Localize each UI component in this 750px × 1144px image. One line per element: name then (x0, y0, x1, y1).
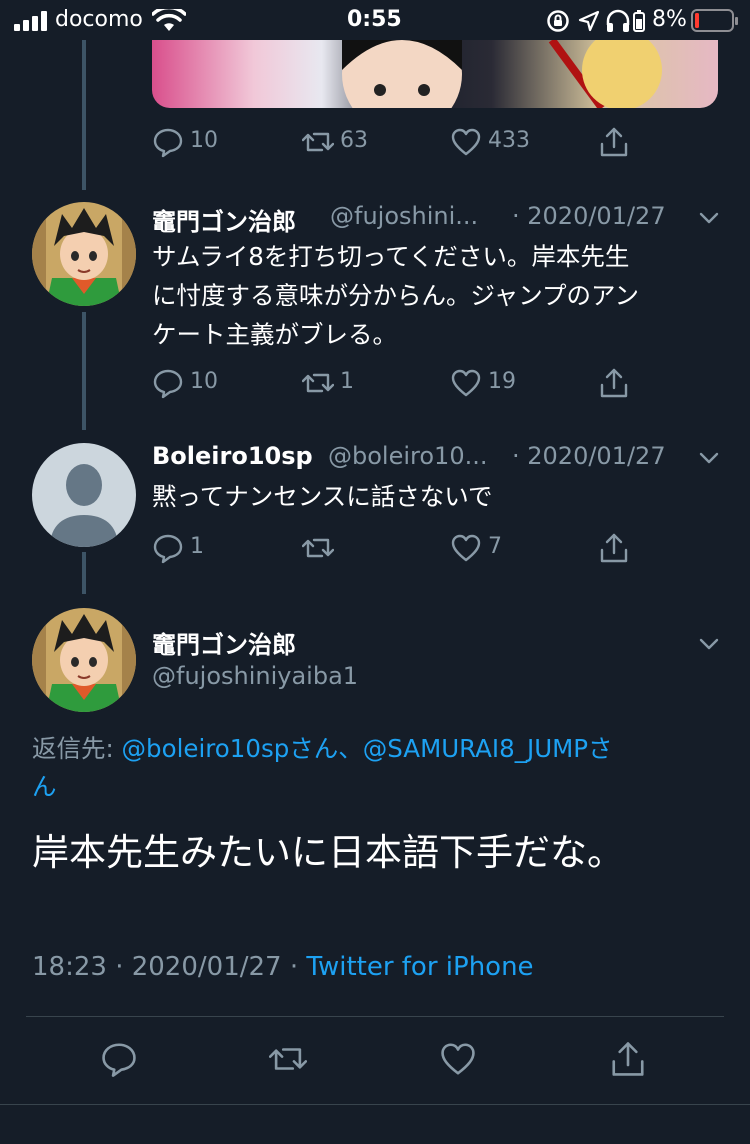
location-icon (578, 10, 600, 32)
tweet-date: · 2020/01/27 (512, 442, 666, 470)
reply-icon[interactable] (152, 367, 184, 399)
retweet-icon[interactable] (302, 367, 334, 399)
reply-icon[interactable] (152, 532, 184, 564)
retweet-count: 63 (340, 128, 368, 153)
like-count: 433 (488, 128, 530, 153)
tweet-text-line: ケート主義がブレる。 (152, 320, 397, 349)
retweet-count: 1 (340, 369, 354, 394)
reply-to: 返信先: @boleiro10spさん、@SAMURAI8_JUMPさん (32, 730, 722, 806)
tweet-header: 竈門ゴン治郎 @fujoshini... · 2020/01/27 (152, 200, 722, 236)
like-count: 7 (488, 534, 502, 559)
battery-icon (691, 9, 738, 32)
tweet-source-link[interactable]: Twitter for iPhone (306, 952, 533, 982)
tweet-text-line: に忖度する意味が分からん。ジャンプのアン (152, 281, 640, 310)
reply-count: 10 (190, 128, 218, 153)
signal-icon (14, 11, 47, 31)
chevron-down-icon[interactable] (696, 205, 722, 231)
tweet-text: 黙ってナンセンスに話さないで (152, 482, 493, 511)
share-icon[interactable] (598, 532, 630, 564)
tweet-actions: 10 63 433 (152, 125, 632, 161)
status-time: 0:55 (347, 7, 402, 32)
user-handle[interactable]: @fujoshini... (330, 202, 478, 230)
tweet-actions: 10 1 19 (152, 366, 632, 402)
battery-saver-icon (633, 10, 645, 32)
tweet-text: サムライ8を打ち切ってください。岸本先生 に忖度する意味が分からん。ジャンプのア… (152, 237, 722, 354)
avatar[interactable] (32, 608, 136, 712)
like-icon[interactable] (450, 367, 482, 399)
tweet-text-line: サムライ8を打ち切ってください。岸本先生 (152, 242, 630, 271)
thread-line (82, 552, 86, 594)
wifi-icon (152, 9, 186, 31)
tweet-header: Boleiro10sp @boleiro10... · 2020/01/27 (152, 440, 722, 476)
display-name[interactable]: 竈門ゴン治郎 (152, 202, 296, 237)
reply-to-user-link[interactable]: @SAMURAI8_JUMPさ (363, 734, 613, 763)
share-icon[interactable] (598, 126, 630, 158)
tweet-date: · 2020/01/27 (512, 202, 666, 230)
chevron-down-icon[interactable] (696, 631, 722, 657)
thread-line (82, 40, 86, 190)
share-icon[interactable] (609, 1040, 647, 1078)
display-name[interactable]: Boleiro10sp (152, 442, 313, 470)
like-icon[interactable] (450, 126, 482, 158)
carrier-label: docomo (55, 7, 143, 32)
divider (0, 1104, 750, 1105)
retweet-icon[interactable] (269, 1040, 307, 1078)
lock-rotation-icon (547, 10, 569, 32)
user-handle[interactable]: @boleiro10... (328, 442, 487, 470)
chevron-down-icon[interactable] (696, 445, 722, 471)
tweet-media-image[interactable] (152, 40, 718, 108)
reply-count: 10 (190, 369, 218, 394)
thread-line (82, 312, 86, 430)
main-tweet-actions (0, 1040, 750, 1084)
reply-icon[interactable] (152, 126, 184, 158)
battery-percentage: 8% (652, 7, 687, 32)
divider (26, 1016, 724, 1017)
reply-to-user-link-tail[interactable]: ん (32, 772, 57, 801)
reply-count: 1 (190, 534, 204, 559)
reply-to-user-link[interactable]: @boleiro10spさん (122, 734, 339, 763)
tweet-timestamp: 18:23 · 2020/01/27 · (32, 952, 307, 982)
like-icon[interactable] (439, 1040, 477, 1078)
reply-to-separator: 、 (338, 734, 363, 763)
status-bar: docomo 0:55 8% (0, 0, 750, 40)
avatar[interactable] (32, 202, 136, 306)
retweet-icon[interactable] (302, 126, 334, 158)
share-icon[interactable] (598, 367, 630, 399)
tweet-actions: 1 7 (152, 531, 632, 567)
avatar[interactable] (32, 443, 136, 547)
tweet-meta: 18:23 · 2020/01/27 · Twitter for iPhone (32, 952, 534, 982)
like-icon[interactable] (450, 532, 482, 564)
like-count: 19 (488, 369, 516, 394)
headphones-icon (606, 9, 630, 32)
retweet-icon[interactable] (302, 532, 334, 564)
reply-to-label: 返信先: (32, 734, 122, 763)
reply-icon[interactable] (100, 1040, 138, 1078)
main-tweet-text: 岸本先生みたいに日本語下手だな。 (32, 831, 624, 874)
display-name[interactable]: 竈門ゴン治郎 (152, 625, 296, 660)
user-handle[interactable]: @fujoshiniyaiba1 (152, 662, 358, 690)
